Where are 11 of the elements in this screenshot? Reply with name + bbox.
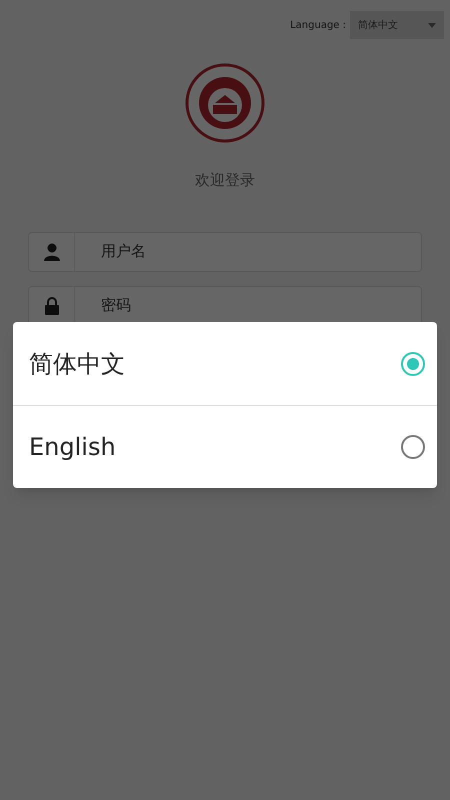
password-input[interactable]: 密码 <box>75 294 421 317</box>
language-label: Language : <box>290 18 346 32</box>
radio-button[interactable] <box>401 352 425 376</box>
username-input[interactable]: 用户名 <box>75 240 421 263</box>
user-icon <box>42 242 60 260</box>
username-field[interactable]: 用户名 <box>28 232 422 272</box>
language-option[interactable]: English <box>13 405 437 488</box>
lock-icon <box>44 296 60 314</box>
radio-button[interactable] <box>401 435 425 459</box>
caret-icon <box>428 22 436 28</box>
welcome-title: 欢迎登录 <box>195 170 255 191</box>
